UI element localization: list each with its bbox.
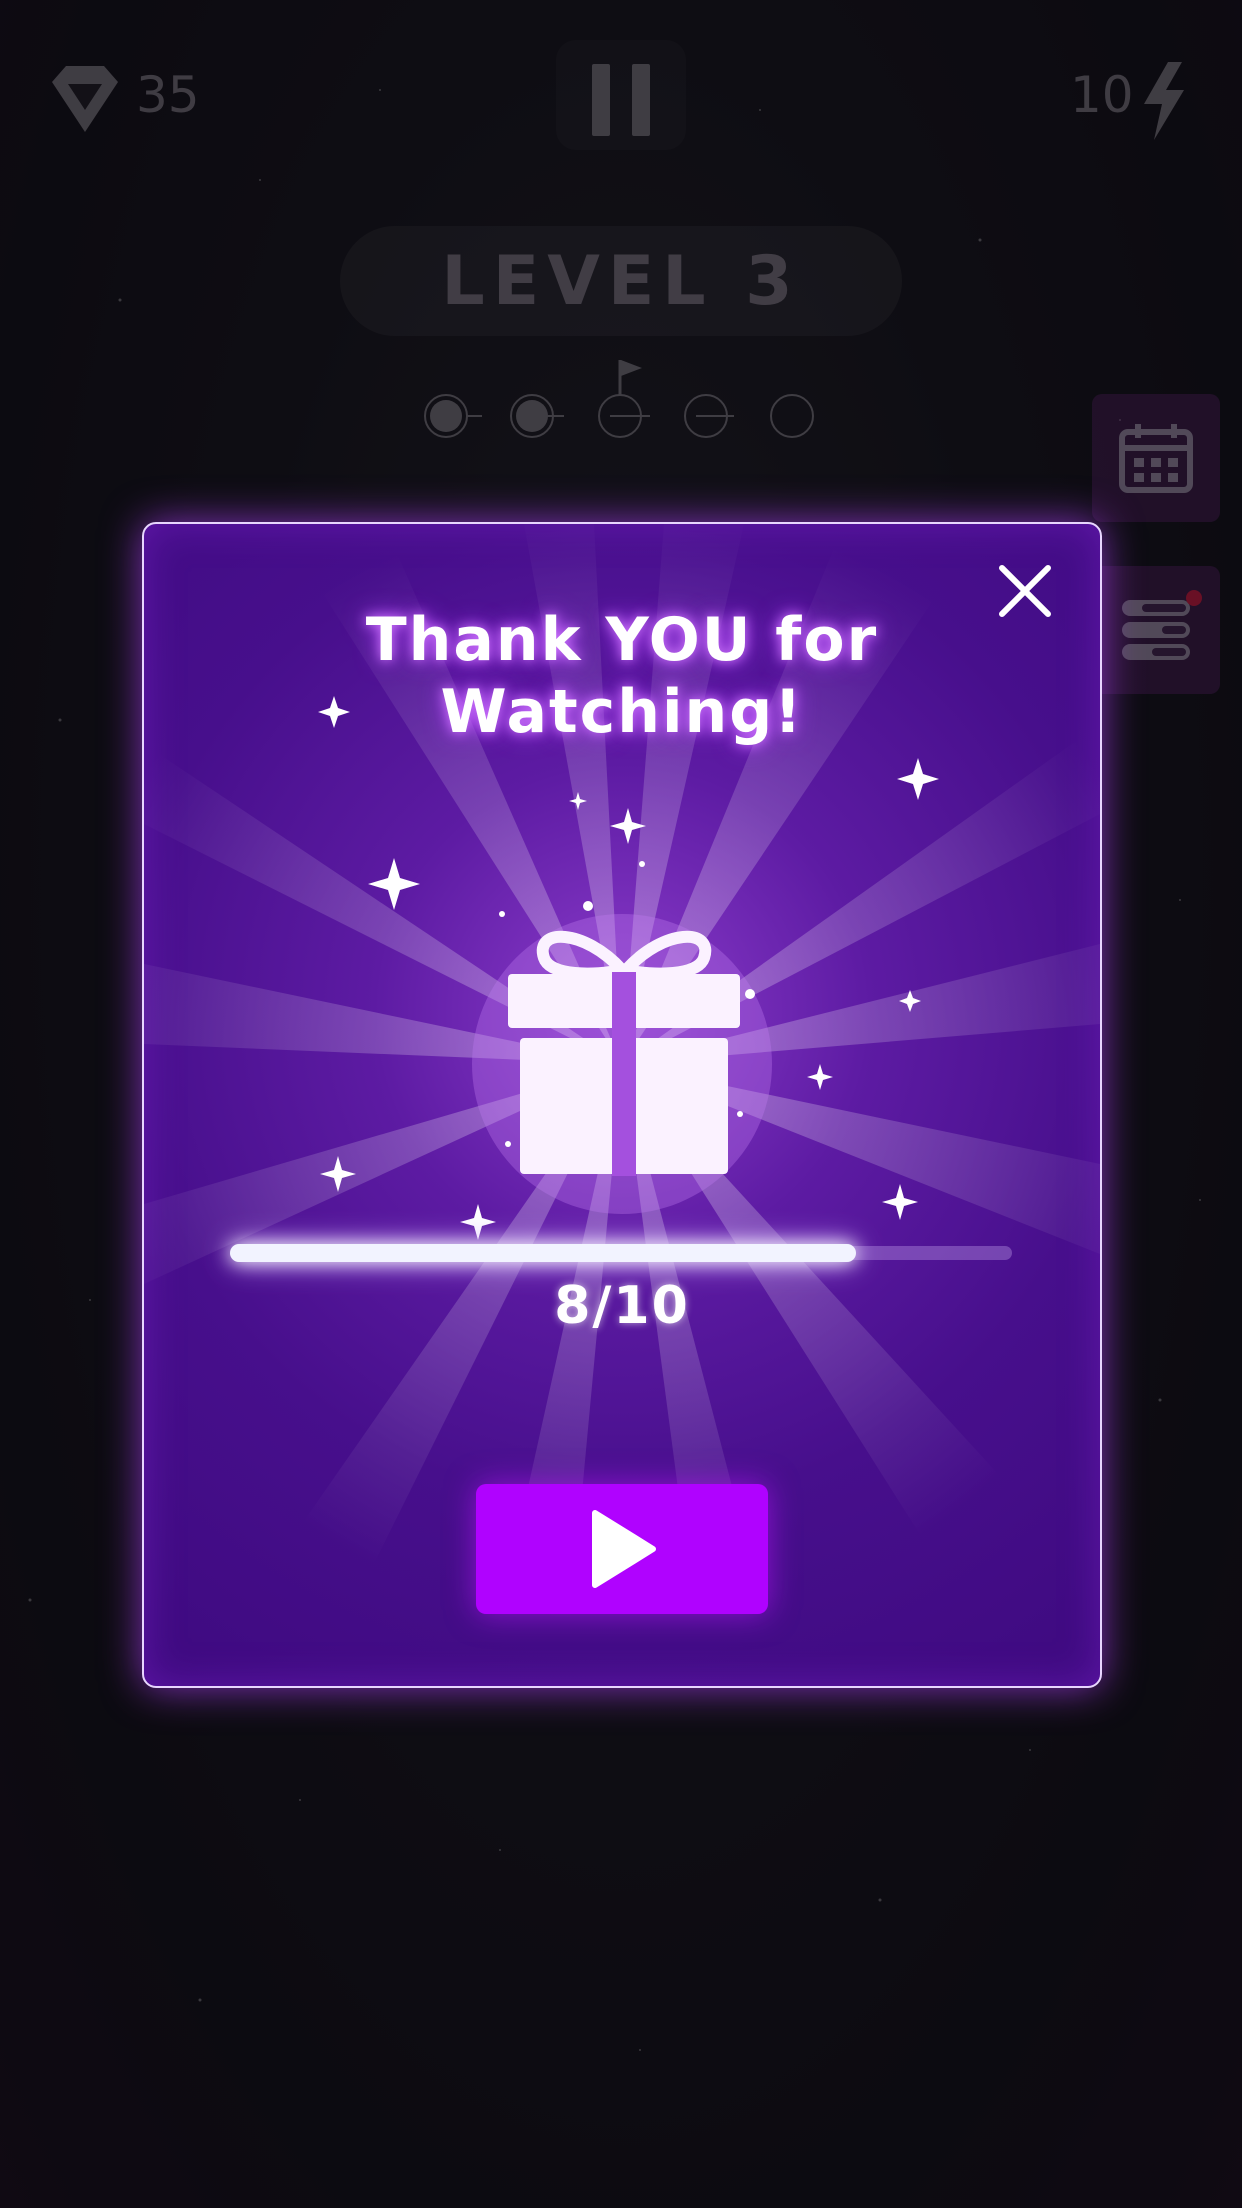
- play-icon: [592, 1510, 656, 1588]
- watch-progress-count: 8/10: [554, 1276, 690, 1336]
- reward-dialog: Thank YOU for Watching! 8/10: [142, 522, 1102, 1688]
- gift-icon: [508, 930, 740, 1176]
- watch-progress-bar: [230, 1244, 1012, 1262]
- play-ad-button[interactable]: [476, 1484, 768, 1614]
- watch-progress-fill: [230, 1244, 856, 1262]
